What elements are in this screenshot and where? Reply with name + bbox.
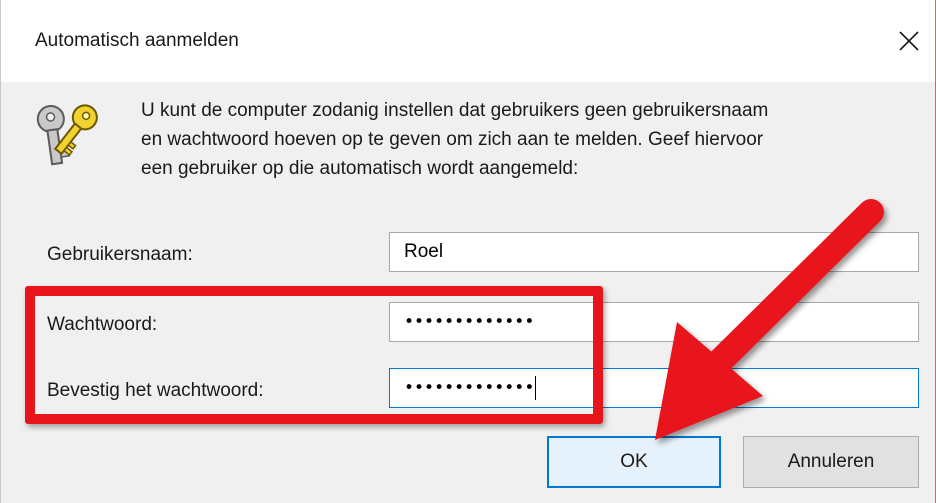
keys-icon [36,104,98,166]
text-cursor [535,376,537,400]
username-field[interactable]: Roel [389,232,919,272]
password-label: Wachtwoord: [47,314,158,335]
username-label: Gebruikersnaam: [47,244,193,265]
description-text: U kunt de computer zodanig instellen dat… [141,96,931,183]
password-field[interactable]: ••••••••••••• [389,302,919,342]
ok-button[interactable]: OK [547,436,721,488]
confirm-password-label: Bevestig het wachtwoord: [47,380,264,401]
cancel-button[interactable]: Annuleren [743,436,919,488]
confirm-password-field[interactable]: ••••••••••••• [389,368,919,408]
description-line: U kunt de computer zodanig instellen dat… [141,100,769,121]
description-line: een gebruiker op die automatisch wordt a… [141,158,579,179]
close-button[interactable] [881,14,936,68]
confirm-password-value: ••••••••••••• [404,378,535,398]
close-icon [899,31,919,51]
auto-logon-dialog: Automatisch aanmelden U kunt de computer [0,0,936,503]
window-title: Automatisch aanmelden [35,30,239,51]
description-line: en wachtwoord hoeven op te geven om zich… [141,129,764,150]
title-bar: Automatisch aanmelden [1,0,936,82]
